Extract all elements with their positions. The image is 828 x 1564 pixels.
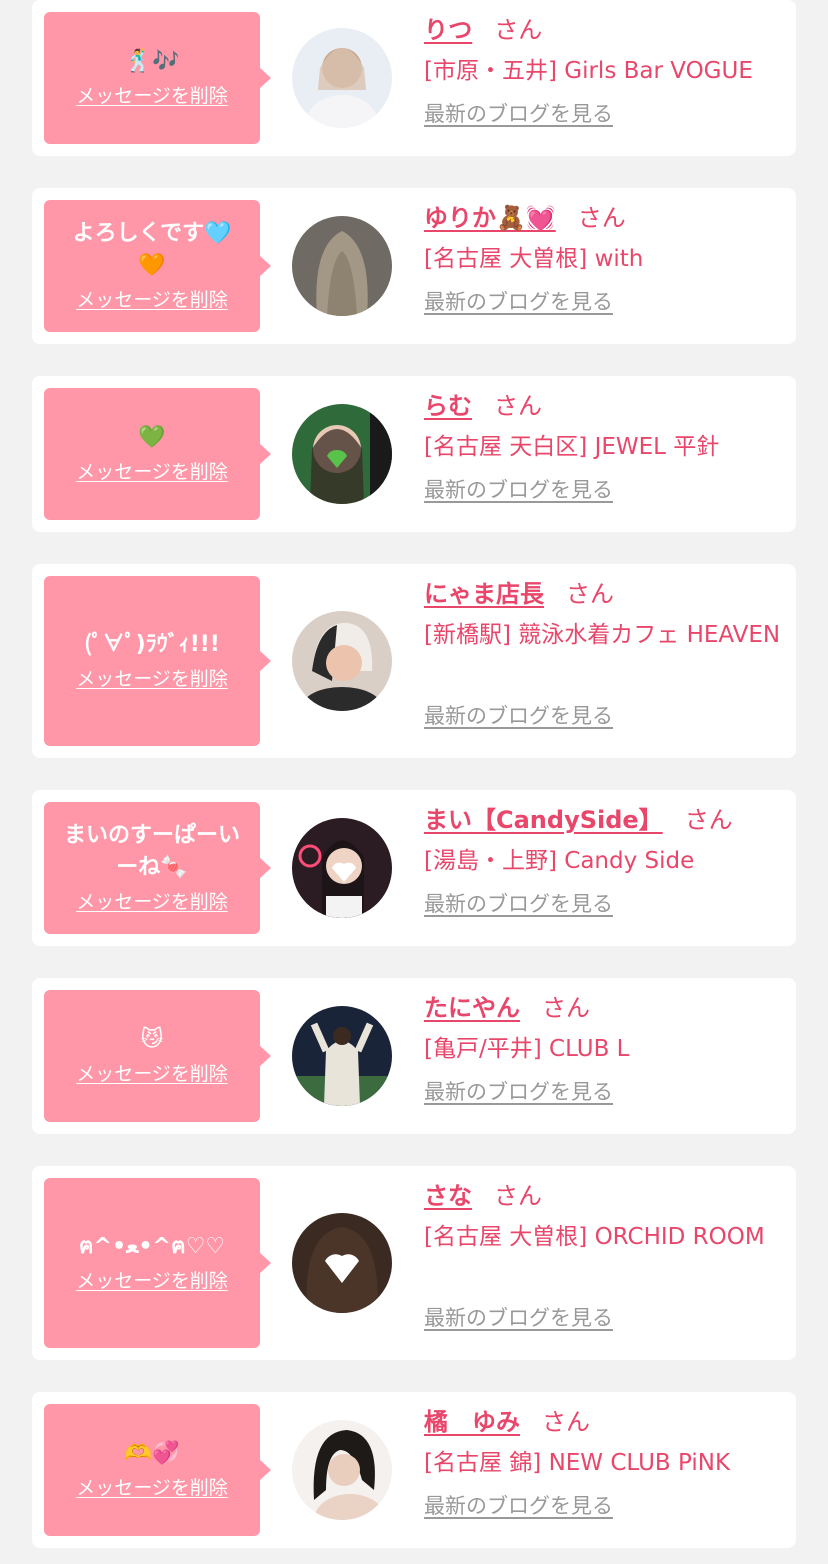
delete-message-link[interactable]: メッセージを削除 (76, 1474, 228, 1502)
message-bubble: よろしくです🩵🧡 メッセージを削除 (44, 200, 271, 332)
user-info: らむ さん [名古屋 天白区] JEWEL 平針 最新のブログを見る (424, 386, 784, 506)
avatar[interactable] (292, 1006, 392, 1106)
delete-message-link[interactable]: メッセージを削除 (76, 665, 228, 693)
message-card: よろしくです🩵🧡 メッセージを削除 ゆりか🧸💓 さん [名古屋 大曽根] with… (32, 188, 796, 344)
honorific: さん (684, 806, 733, 834)
avatar[interactable] (292, 28, 392, 128)
message-card: 🫶💞 メッセージを削除 橘 ゆみ さん [名古屋 錦] NEW CLUB PiNK… (32, 1392, 796, 1548)
message-card: 💚 メッセージを削除 らむ さん [名古屋 天白区] JEWEL 平針 最新のブロ… (32, 376, 796, 532)
shop-name: [名古屋 天白区] JEWEL 平針 (424, 434, 720, 460)
user-info: りつ さん [市原・五井] Girls Bar VOGUE 最新のブログを見る (424, 10, 784, 130)
latest-blog-link[interactable]: 最新のブログを見る (424, 98, 613, 130)
message-text: 🫶💞 (124, 1441, 180, 1466)
honorific: さん (494, 392, 542, 420)
shop-name: [亀戸/平井] CLUB L (424, 1036, 630, 1062)
user-info: にゃま店長 さん [新橋駅] 競泳水着カフェ HEAVEN 最新のブログを見る (424, 574, 784, 732)
latest-blog-link[interactable]: 最新のブログを見る (424, 888, 613, 920)
delete-message-link[interactable]: メッセージを削除 (76, 458, 228, 486)
delete-message-link[interactable]: メッセージを削除 (76, 888, 228, 916)
latest-blog-link[interactable]: 最新のブログを見る (424, 1076, 613, 1108)
message-card: 🕺🎶 メッセージを削除 りつ さん [市原・五井] Girls Bar VOGUE… (32, 0, 796, 156)
shop-name: [名古屋 大曽根] with (424, 246, 644, 272)
message-bubble: 😼 メッセージを削除 (44, 990, 271, 1122)
message-card: 😼 メッセージを削除 たにやん さん [亀戸/平井] CLUB L 最新のブログを… (32, 978, 796, 1134)
user-name-link[interactable]: たにやん (424, 988, 520, 1028)
message-bubble: (ﾟ∀ﾟ)ﾗｳﾞｨ!!! メッセージを削除 (44, 576, 271, 746)
message-card: (ﾟ∀ﾟ)ﾗｳﾞｨ!!! メッセージを削除 にゃま店長 さん [新橋駅] 競泳水着… (32, 564, 796, 758)
user-name-link[interactable]: にゃま店長 (424, 574, 544, 614)
shop-name: [名古屋 錦] NEW CLUB PiNK (424, 1450, 731, 1476)
latest-blog-link[interactable]: 最新のブログを見る (424, 700, 613, 732)
user-name-link[interactable]: 橘 ゆみ (424, 1402, 520, 1442)
delete-message-link[interactable]: メッセージを削除 (76, 82, 228, 110)
shop-name: [湯島・上野] Candy Side (424, 848, 695, 874)
honorific: さん (542, 994, 590, 1022)
avatar[interactable] (292, 1213, 392, 1313)
honorific: さん (566, 580, 614, 608)
message-text: ฅ^•ﻌ•^ฅ♡♡ (78, 1234, 226, 1259)
message-bubble: 🫶💞 メッセージを削除 (44, 1404, 271, 1536)
avatar[interactable] (292, 216, 392, 316)
user-name-link[interactable]: まい【CandySide】 (424, 800, 663, 840)
message-text: 💚 (138, 425, 166, 450)
delete-message-link[interactable]: メッセージを削除 (76, 286, 228, 314)
avatar[interactable] (292, 611, 392, 711)
user-info: まい【CandySide】 さん [湯島・上野] Candy Side 最新のブロ… (424, 800, 784, 920)
user-name-link[interactable]: さな (424, 1176, 472, 1216)
user-info: ゆりか🧸💓 さん [名古屋 大曽根] with 最新のブログを見る (424, 198, 784, 318)
message-card: まいのすーぱーいーね🍬 メッセージを削除 まい【CandySide】 さん [湯島… (32, 790, 796, 946)
delete-message-link[interactable]: メッセージを削除 (76, 1267, 228, 1295)
avatar[interactable] (292, 818, 392, 918)
shop-name: [新橋駅] 競泳水着カフェ HEAVEN (424, 622, 781, 648)
message-bubble: ฅ^•ﻌ•^ฅ♡♡ メッセージを削除 (44, 1178, 271, 1348)
latest-blog-link[interactable]: 最新のブログを見る (424, 474, 613, 506)
avatar[interactable] (292, 1420, 392, 1520)
user-name-link[interactable]: りつ (424, 10, 472, 50)
message-text: (ﾟ∀ﾟ)ﾗｳﾞｨ!!! (84, 632, 220, 657)
user-name-link[interactable]: らむ (424, 386, 472, 426)
message-text: 😼 (140, 1027, 164, 1052)
user-name-link[interactable]: ゆりか🧸💓 (424, 198, 556, 238)
latest-blog-link[interactable]: 最新のブログを見る (424, 286, 613, 318)
message-card: ฅ^•ﻌ•^ฅ♡♡ メッセージを削除 さな さん [名古屋 大曽根] ORCHID… (32, 1166, 796, 1360)
message-text: まいのすーぱーいーね🍬 (63, 823, 240, 880)
message-bubble: 💚 メッセージを削除 (44, 388, 271, 520)
honorific: さん (494, 1182, 542, 1210)
honorific: さん (577, 204, 626, 232)
message-bubble: まいのすーぱーいーね🍬 メッセージを削除 (44, 802, 271, 934)
shop-name: [市原・五井] Girls Bar VOGUE (424, 58, 753, 84)
shop-name: [名古屋 大曽根] ORCHID ROOM (424, 1224, 765, 1250)
message-bubble: 🕺🎶 メッセージを削除 (44, 12, 271, 144)
message-text: よろしくです🩵🧡 (72, 221, 232, 278)
user-info: さな さん [名古屋 大曽根] ORCHID ROOM 最新のブログを見る (424, 1176, 784, 1334)
message-text: 🕺🎶 (124, 49, 180, 74)
latest-blog-link[interactable]: 最新のブログを見る (424, 1490, 613, 1522)
honorific: さん (494, 16, 543, 44)
latest-blog-link[interactable]: 最新のブログを見る (424, 1302, 613, 1334)
user-info: 橘 ゆみ さん [名古屋 錦] NEW CLUB PiNK 最新のブログを見る (424, 1402, 784, 1522)
delete-message-link[interactable]: メッセージを削除 (76, 1060, 228, 1088)
user-info: たにやん さん [亀戸/平井] CLUB L 最新のブログを見る (424, 988, 784, 1108)
honorific: さん (542, 1408, 590, 1436)
avatar[interactable] (292, 404, 392, 504)
